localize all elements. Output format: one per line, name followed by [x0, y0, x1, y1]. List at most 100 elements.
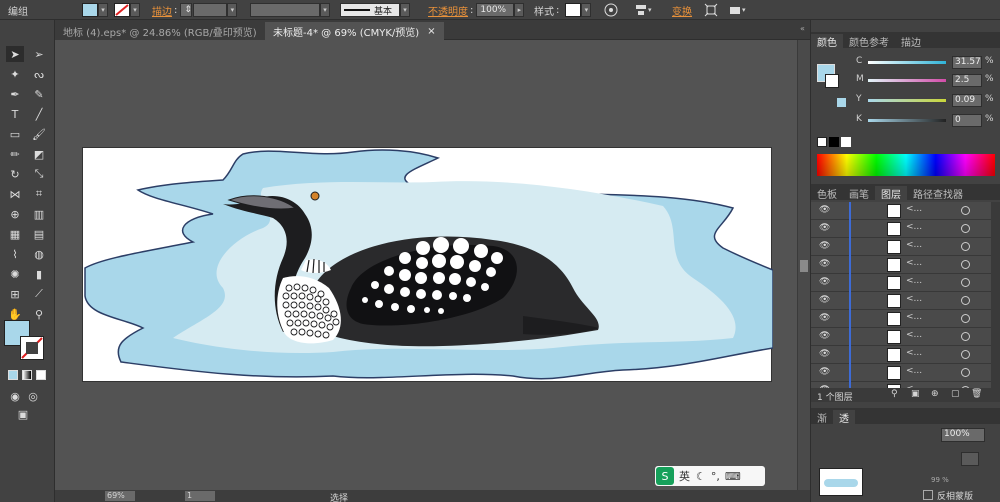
layer-list[interactable]: 👁 <... 👁 <... 👁 <... 👁 <... 👁 <... 👁 <... 👁 <... 👁 <...… [811, 202, 991, 388]
pencil-icon[interactable]: ✏ [6, 146, 24, 162]
layer-name[interactable]: <... [906, 222, 922, 232]
target-icon[interactable] [961, 206, 970, 215]
target-icon[interactable] [961, 368, 970, 377]
brush-dropdown[interactable]: ▾ [400, 3, 410, 17]
layers-scrollbar[interactable] [991, 202, 1000, 388]
zoom-icon[interactable]: ⚲ [30, 306, 48, 322]
layer-row[interactable]: 👁 <... [811, 238, 991, 256]
target-icon[interactable] [961, 278, 970, 287]
layer-row[interactable]: 👁 <... [811, 292, 991, 310]
eye-icon[interactable]: 👁 [819, 313, 831, 323]
slider-magenta[interactable]: M 2.5 % [856, 74, 996, 88]
direct-selection-icon[interactable]: ➢ [30, 46, 48, 62]
layer-row[interactable]: 👁 <... [811, 328, 991, 346]
opacity-label[interactable]: 不透明度 [428, 3, 468, 18]
slider-cyan[interactable]: C 31.57 % [856, 56, 996, 70]
slider-yellow[interactable]: Y 0.09 % [856, 94, 996, 108]
invert-mask-checkbox[interactable] [923, 490, 933, 500]
layer-name[interactable]: <... [906, 330, 922, 340]
tab-transparency[interactable]: 透 [833, 410, 855, 425]
eraser-icon[interactable]: ◩ [30, 146, 48, 162]
tab-gradient[interactable]: 渐 [811, 410, 833, 425]
draw-behind-icon[interactable]: ◎ [24, 388, 42, 404]
layer-name[interactable]: <... [906, 258, 922, 268]
style-swatch[interactable] [565, 3, 582, 17]
panel-stroke-box[interactable] [825, 74, 839, 88]
layer-name[interactable]: <... [906, 276, 922, 286]
ime-toolbar[interactable]: S 英 ☾ °, ⌨ [655, 466, 765, 486]
locate-icon[interactable]: ⚲ [891, 389, 898, 399]
eyedropper-icon[interactable]: ⌇ [6, 246, 24, 262]
gradient-icon[interactable]: ▤ [30, 226, 48, 242]
variable-width-field[interactable] [250, 3, 320, 17]
slider-value[interactable]: 0.09 [952, 94, 982, 107]
target-icon[interactable] [961, 314, 970, 323]
transform-link[interactable]: 变换 [672, 3, 692, 18]
layer-row[interactable]: 👁 <... [811, 364, 991, 382]
stroke-label[interactable]: 描边 [152, 3, 172, 18]
stroke-color-box[interactable] [20, 336, 44, 360]
artboard[interactable] [82, 147, 774, 383]
rectangle-icon[interactable]: ▭ [6, 126, 24, 142]
free-transform-icon[interactable]: ⌗ [30, 186, 48, 202]
recolor-icon[interactable] [604, 2, 618, 18]
eye-icon[interactable]: 👁 [819, 205, 831, 215]
tab-color[interactable]: 颜色 [811, 34, 843, 49]
eye-icon[interactable]: 👁 [819, 295, 831, 305]
white-swatch[interactable] [841, 137, 851, 147]
layer-row[interactable]: 👁 <... [811, 310, 991, 328]
slider-value[interactable]: 31.57 [952, 56, 982, 69]
punctuation-icon[interactable]: °, [711, 470, 720, 483]
tab-stroke[interactable]: 描边 [895, 34, 927, 49]
variable-width-dropdown[interactable]: ▾ [320, 3, 330, 17]
clip-mask-icon[interactable]: ▣ [911, 389, 920, 399]
stroke-swatch[interactable] [114, 3, 130, 17]
color-mode-icon[interactable] [8, 370, 18, 380]
style-dropdown[interactable]: ▾ [581, 3, 592, 17]
tab-swatches[interactable]: 色板 [811, 186, 843, 201]
isolate-icon[interactable] [704, 2, 718, 18]
lasso-icon[interactable]: ᔓ [30, 66, 48, 82]
layer-name[interactable]: <... [906, 240, 922, 250]
ime-language-label[interactable]: 英 [679, 468, 690, 484]
layer-row[interactable]: 👁 <... [811, 202, 991, 220]
keyboard-icon[interactable]: ⌨ [725, 470, 741, 483]
transparency-thumbnail[interactable] [819, 468, 863, 496]
layer-name[interactable]: <... [906, 294, 922, 304]
make-mask-button[interactable] [961, 452, 979, 466]
none-swatch[interactable] [817, 137, 827, 147]
line-icon[interactable]: ╱ [30, 106, 48, 122]
paintbrush-icon[interactable]: 🖌 [30, 126, 48, 142]
layer-row[interactable]: 👁 <... [811, 220, 991, 238]
draw-mode-icon[interactable]: ◉ [6, 388, 24, 404]
target-icon[interactable] [961, 332, 970, 341]
tab-document-1[interactable]: 地标 (4).eps* @ 24.86% (RGB/叠印预览) × [55, 22, 282, 40]
shape-builder-icon[interactable]: ⊕ [6, 206, 24, 222]
mesh-icon[interactable]: ▦ [6, 226, 24, 242]
eye-icon[interactable]: 👁 [819, 277, 831, 287]
target-icon[interactable] [961, 296, 970, 305]
eye-icon[interactable]: 👁 [819, 241, 831, 251]
none-mode-icon[interactable] [36, 370, 46, 380]
selection-tool-icon[interactable]: ➤ [6, 46, 24, 62]
scroll-thumb[interactable] [800, 260, 808, 272]
target-icon[interactable] [961, 350, 970, 359]
layer-name[interactable]: <... [906, 366, 922, 376]
loon-illustration[interactable] [83, 148, 774, 383]
layer-name[interactable]: <... [906, 204, 922, 214]
gradient-mode-icon[interactable] [22, 370, 32, 380]
slider-value[interactable]: 2.5 [952, 74, 982, 87]
pen-icon[interactable]: ✒ [6, 86, 24, 102]
slider-black[interactable]: K 0 % [856, 114, 996, 128]
width-icon[interactable]: ⋈ [6, 186, 24, 202]
target-icon[interactable] [961, 242, 970, 251]
curvature-icon[interactable]: ✎ [30, 86, 48, 102]
layer-name[interactable]: <... [906, 348, 922, 358]
page-field[interactable]: 1 [185, 491, 215, 501]
transparency-opacity-field[interactable]: 100% [941, 428, 985, 442]
stroke-weight-spinner[interactable]: ⇕ [180, 3, 193, 17]
layer-row[interactable]: 👁 <... [811, 346, 991, 364]
arrange-icon[interactable]: ▾ [728, 2, 746, 18]
blend-icon[interactable]: ◍ [30, 246, 48, 262]
stroke-weight-field[interactable] [193, 3, 228, 17]
